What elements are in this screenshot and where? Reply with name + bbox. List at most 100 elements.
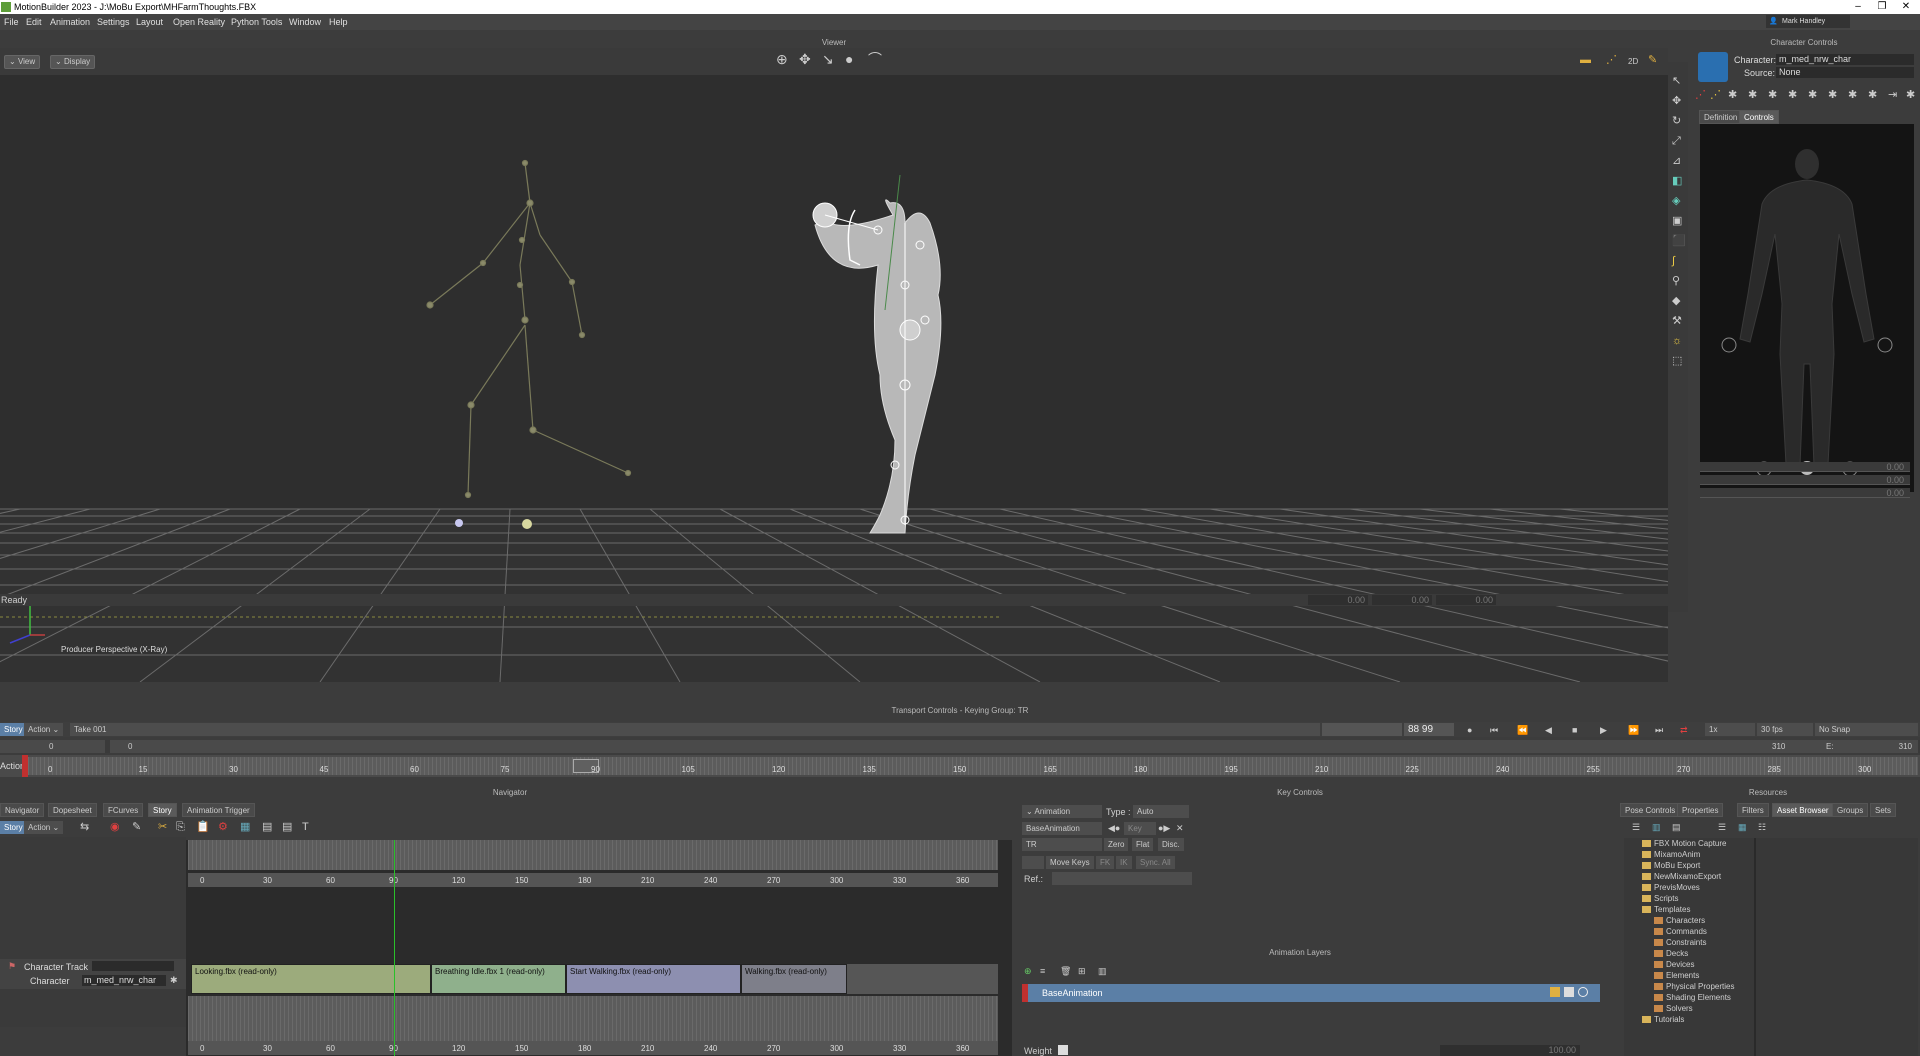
action-button[interactable]: Action ⌄ — [24, 821, 64, 834]
tree-item-devices[interactable]: Devices — [1654, 960, 1694, 969]
legs-icon[interactable]: ✱ — [1808, 90, 1817, 101]
lock-icon[interactable] — [1550, 987, 1560, 997]
tab-sets[interactable]: Sets — [1870, 803, 1897, 817]
character-track-select[interactable]: m_med_nrw_char — [82, 975, 166, 986]
drop-tool-icon[interactable]: ⚲ — [1672, 276, 1680, 287]
menu-window[interactable]: Window — [289, 17, 321, 27]
move-tool-icon[interactable]: ✥ — [1672, 96, 1681, 107]
tab-groups[interactable]: Groups — [1832, 803, 1869, 817]
tree-item-previsMoves[interactable]: PrevisMoves — [1642, 883, 1700, 892]
box-tool-icon[interactable]: ⬛ — [1672, 236, 1686, 247]
image-icon[interactable]: ▦ — [240, 822, 250, 833]
tree-item-elements[interactable]: Elements — [1654, 971, 1699, 980]
tree-item-mobu-export[interactable]: MoBu Export — [1642, 861, 1700, 870]
story-ruler-upper[interactable]: 0306090120150180210240270300330360 — [188, 873, 998, 887]
tree-item-shading-elements[interactable]: Shading Elements — [1654, 993, 1731, 1002]
pivot-tool-icon[interactable]: ⊿ — [1672, 156, 1681, 167]
mute-icon[interactable] — [1578, 987, 1588, 997]
curve-icon[interactable]: ⋰ — [1606, 55, 1617, 66]
play-icon[interactable]: ▶ — [1600, 725, 1607, 736]
reach-icon[interactable]: ✱ — [1868, 90, 1877, 101]
next-key-icon[interactable]: ⏩ — [1628, 725, 1639, 736]
prev-key-icon[interactable]: ⏪ — [1517, 725, 1528, 736]
zero-button[interactable]: Zero — [1104, 838, 1129, 851]
fk-button[interactable]: FK — [1096, 856, 1115, 869]
delete-key-icon[interactable]: ✕ — [1176, 823, 1184, 834]
frame-field[interactable] — [1322, 723, 1402, 736]
merge-icon[interactable]: ⊞ — [1078, 966, 1086, 977]
edit-clip-icon[interactable]: ✎ — [132, 822, 141, 833]
tree-item-characters[interactable]: Characters — [1654, 916, 1705, 925]
rotate-tool-icon[interactable]: ↻ — [1672, 116, 1681, 127]
plot-icon[interactable]: ⚙ — [218, 822, 228, 833]
full-body-icon[interactable]: ✱ — [1748, 90, 1757, 101]
tree-item-newmixamoexport[interactable]: NewMixamoExport — [1642, 872, 1721, 881]
clip-breathing-idle[interactable]: Breathing Idle.fbx 1 (read-only) — [431, 964, 566, 994]
tab-pose-controls[interactable]: Pose Controls — [1620, 803, 1681, 817]
tree-item-commands[interactable]: Commands — [1654, 927, 1707, 936]
tree-view-icon[interactable]: ☰ — [1632, 822, 1640, 833]
menu-file[interactable]: File — [4, 17, 19, 27]
action-mode-button[interactable]: Action ⌄ — [24, 723, 64, 736]
goto-start-icon[interactable]: ⏮ — [1490, 725, 1498, 736]
tab-story[interactable]: Story — [148, 803, 177, 817]
add-layer-icon[interactable]: ⊕ — [1024, 966, 1032, 977]
zoom-icon[interactable]: ● — [845, 52, 853, 66]
tab-animation-trigger[interactable]: Animation Trigger — [182, 803, 255, 817]
stop-icon[interactable]: ■ — [1572, 725, 1577, 736]
animation-mode-button[interactable]: ⌄ Animation — [1022, 805, 1102, 818]
stack-icon[interactable]: ≡ — [1040, 966, 1045, 977]
dolly-icon[interactable]: ↘ — [822, 52, 834, 66]
character-pose-icon[interactable]: ✱ — [170, 975, 178, 986]
end-frame-field[interactable]: E: 310 — [1822, 740, 1918, 753]
menu-edit[interactable]: Edit — [26, 17, 42, 27]
clip-looking[interactable]: Looking.fbx (read-only) — [191, 964, 431, 994]
minimize-icon[interactable]: – — [1846, 0, 1870, 14]
menu-python-tools[interactable]: Python Tools — [231, 17, 282, 27]
track-toggles[interactable] — [92, 961, 174, 971]
fps-select[interactable]: 30 fps — [1757, 723, 1813, 736]
take-select[interactable]: Take 001 — [70, 723, 1320, 736]
ref-select[interactable] — [1052, 872, 1192, 885]
tab-properties[interactable]: Properties — [1677, 803, 1724, 817]
skeleton-figure[interactable] — [426, 159, 632, 499]
tab-filters[interactable]: Filters — [1737, 803, 1769, 817]
menu-layout[interactable]: Layout — [136, 17, 163, 27]
menu-open-reality[interactable]: Open Reality — [173, 17, 225, 27]
release-icon[interactable]: ⇥ — [1888, 90, 1897, 101]
delete-layer-icon[interactable]: 🗑 — [1060, 966, 1071, 977]
character-icon[interactable] — [1698, 52, 1728, 82]
speed-select[interactable]: 1x — [1705, 723, 1755, 736]
story-mode-button[interactable]: Story — [0, 723, 27, 736]
field-row-3[interactable]: 0.00 — [1700, 488, 1910, 498]
hips-icon[interactable]: ✱ — [1768, 90, 1777, 101]
character-track-lane[interactable]: Looking.fbx (read-only) Breathing Idle.f… — [191, 964, 998, 994]
light-marker-blue[interactable] — [455, 519, 463, 527]
fk-icon[interactable]: ✱ — [1828, 90, 1837, 101]
layer-select[interactable]: BaseAnimation — [1022, 822, 1102, 835]
record-icon[interactable]: ● — [1467, 725, 1472, 736]
main-timeline[interactable]: Action 0 15 30 45 60 75 90 105 120 135 150 165 180 19… — [0, 755, 1920, 777]
tab-controls[interactable]: Controls — [1739, 110, 1779, 124]
tree-item-tutorials[interactable]: Tutorials — [1642, 1015, 1684, 1024]
story-playhead[interactable] — [394, 840, 395, 1056]
tab-navigator[interactable]: Navigator — [0, 803, 45, 817]
character-track-header[interactable]: ⚑ Character Track Character m_med_nrw_ch… — [0, 959, 186, 989]
menu-settings[interactable]: Settings — [97, 17, 130, 27]
asset-content-area[interactable] — [1756, 838, 1918, 1056]
story-lower-track[interactable] — [188, 996, 998, 1041]
close-icon[interactable]: ✕ — [1894, 0, 1918, 14]
story-timeline-area[interactable]: 0306090120150180210240270300330360 Looki… — [186, 840, 1012, 1056]
ruler-icon[interactable]: ▬ — [1580, 55, 1591, 66]
copy-icon[interactable]: ⎘ — [176, 822, 185, 833]
character-select[interactable]: m_med_nrw_char — [1776, 54, 1914, 65]
move-keys-toggle[interactable] — [1022, 856, 1044, 869]
solo-icon[interactable] — [1564, 987, 1574, 997]
field-row-1[interactable]: 0.00 — [1700, 462, 1910, 472]
tree-item-physical-properties[interactable]: Physical Properties — [1654, 982, 1734, 991]
tree-item-decks[interactable]: Decks — [1654, 949, 1688, 958]
arms-icon[interactable]: ✱ — [1788, 90, 1797, 101]
tree-item-scripts[interactable]: Scripts — [1642, 894, 1678, 903]
record-clip-icon[interactable]: ◉ — [110, 822, 120, 833]
loop-icon[interactable]: ⇄ — [1680, 725, 1688, 736]
